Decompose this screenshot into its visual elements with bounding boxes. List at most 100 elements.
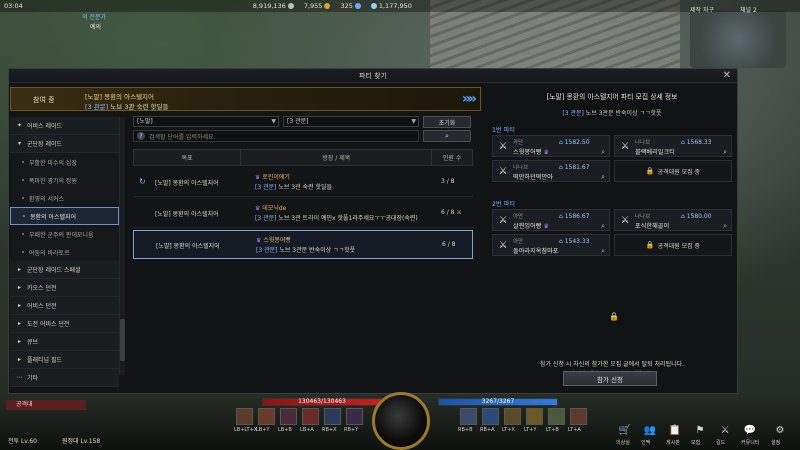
sidebar-category[interactable]: ▸ 플래티넘 필드 bbox=[10, 351, 119, 369]
row-title: [3 관문] 노브 3관 숙련 핫딜들 bbox=[255, 184, 333, 191]
skill-slot[interactable] bbox=[258, 408, 275, 425]
gate-select[interactable]: [3 관문] ▼ bbox=[283, 116, 419, 127]
skill-keybind: LT+X bbox=[502, 427, 515, 433]
row-count: 6 / 8 bbox=[442, 241, 456, 248]
gold-currency: 7,955 bbox=[304, 2, 331, 10]
sidebar-item-selected[interactable]: 몽환의 아스텔지어 bbox=[10, 207, 119, 225]
party-member-slot[interactable]: ⚔ 나나브 블랙베리일크티 ⌂ 1568.33 ⌕ bbox=[614, 135, 732, 157]
party-member-slot[interactable]: ⚔ 나나브 떡만하던떡만아 ⌂ 1581.67 ⌕ bbox=[492, 160, 610, 182]
sidebar-item[interactable]: 어둠의 바라토르 bbox=[10, 243, 119, 261]
sidebar-scroll-thumb[interactable] bbox=[120, 319, 125, 361]
reset-button[interactable]: 초기화 bbox=[423, 116, 471, 128]
inspect-icon[interactable]: ⌕ bbox=[723, 222, 727, 231]
sidebar-item[interactable]: 환영의 서커스 bbox=[10, 189, 119, 207]
sidebar-item[interactable]: 부활한 마수의 심장 bbox=[10, 153, 119, 171]
sidebar-category[interactable]: ▾ 군단장 레이드 bbox=[10, 135, 119, 153]
inspect-icon[interactable]: ⌕ bbox=[601, 247, 605, 256]
skill-slot[interactable] bbox=[302, 408, 319, 425]
pheon-icon bbox=[370, 3, 377, 9]
party-member-slot[interactable]: ⚔ 아만 살찐잉어빵 ♛ ⌂ 1586.67 ⌕ bbox=[492, 209, 610, 231]
sidebar-item-label: 폭마한 광기의 정원 bbox=[29, 177, 77, 185]
party-member-slot[interactable]: ⚔ 카단 스윗봉어빵 ♛ ⌂ 1582.50 ⌕ bbox=[492, 135, 610, 157]
menu-icon[interactable]: 📋 bbox=[668, 424, 682, 438]
row-leader: ♛ 로린이에기 bbox=[255, 174, 290, 181]
party-row[interactable]: [노말] 몽환의 아스텔지어 ♛ 데모닉de [3 관문] 노브 3관 트라이 예민… bbox=[133, 199, 473, 228]
search-input[interactable]: ? 검색할 단어를 입력하세요. bbox=[133, 130, 419, 142]
search-button[interactable]: ⌕ bbox=[423, 130, 471, 142]
lock-icon: 🔒 bbox=[645, 241, 655, 249]
menu-icon[interactable]: 💬 bbox=[743, 424, 757, 438]
party-member-slot[interactable]: ⚔ 아만 돌아라지옥참마포 ⌂ 1543.33 ⌕ bbox=[492, 234, 610, 256]
skill-keybind: RB+A bbox=[480, 427, 495, 433]
joined-party-banner[interactable]: 참여 중 [노말] 몽환의 아스텔지어 [3 관문] 노브 3관 숙련 핫딜들 … bbox=[10, 87, 481, 111]
skill-keybind: RB+Y bbox=[344, 427, 359, 433]
header-count: 인원 수 bbox=[442, 155, 462, 162]
sidebar-category[interactable]: ✦ 어비스 레이드 bbox=[10, 117, 119, 135]
chevron-down-icon: ▼ bbox=[271, 118, 276, 125]
row-target: [노말] 몽환의 아스텔지어 bbox=[155, 211, 219, 218]
mp-value: 3267/3267 bbox=[481, 398, 515, 405]
sidebar-category[interactable]: ▸ 카오스 던전 bbox=[10, 279, 119, 297]
skill-slot[interactable] bbox=[548, 408, 565, 425]
top-status-bar: 03:04 8,919,136 7,955 325 1,177,950 bbox=[0, 0, 800, 12]
inspect-icon[interactable]: ⌕ bbox=[601, 173, 605, 182]
menu-icon[interactable]: ⚙ bbox=[773, 424, 787, 438]
skill-slot[interactable] bbox=[570, 408, 587, 425]
player-subtitle: 예의 bbox=[90, 24, 102, 31]
inspect-icon[interactable]: ⌕ bbox=[723, 148, 727, 157]
go-arrow-icon[interactable]: »» bbox=[462, 91, 477, 107]
detail-title: [노말] 몽환의 아스텔지어 파티 모집 상세 정보 bbox=[546, 93, 678, 101]
sidebar-item[interactable]: 부패한 군주의 판데모니움 bbox=[10, 225, 119, 243]
skill-slot[interactable] bbox=[324, 408, 341, 425]
skill-keybind: LB+B bbox=[278, 427, 292, 433]
skill-slot[interactable] bbox=[460, 408, 477, 425]
sidebar-category[interactable]: ▸ 어비스 던전 bbox=[10, 297, 119, 315]
refresh-icon: ↻ bbox=[139, 177, 146, 186]
raid-tag[interactable]: 공격대 bbox=[6, 400, 86, 410]
skill-keybind: RB+B bbox=[458, 427, 473, 433]
class-icon: ⚔ bbox=[498, 215, 508, 226]
skill-keybind: RB+X bbox=[322, 427, 337, 433]
minimap[interactable] bbox=[690, 10, 786, 68]
joined-raid-name: [노말] 몽환의 아스텔지어 bbox=[85, 93, 155, 101]
apply-button[interactable]: 참가 신청 bbox=[563, 371, 657, 386]
sidebar-item-label: 군단장 레이드 bbox=[27, 141, 63, 148]
skill-slot[interactable] bbox=[346, 408, 363, 425]
sidebar-category[interactable]: ▸ 큐브 bbox=[10, 333, 119, 351]
close-icon[interactable]: ✕ bbox=[723, 70, 731, 81]
skill-keybind: LT+B bbox=[546, 427, 559, 433]
skill-slot[interactable] bbox=[280, 408, 297, 425]
party-row[interactable]: [노말] 몽환의 아스텔지어 ♛ 스윗봉어빵 [3 관문] 노브 3관문 반숙이상 … bbox=[133, 230, 473, 259]
menu-icon[interactable]: ⚔ bbox=[718, 424, 732, 438]
bullet-icon bbox=[23, 215, 25, 217]
menu-icon[interactable]: 🛒 bbox=[618, 424, 632, 438]
category-icon: ▸ bbox=[17, 302, 21, 309]
item-level: ⌂ 1543.33 bbox=[559, 238, 590, 245]
sidebar-item[interactable]: 폭마한 광기의 정원 bbox=[10, 171, 119, 189]
party-row[interactable]: ↻ [노말] 몽환의 아스텔지어 ♛ 로린이에기 [3 관문] 노브 3관 숙련 핫딜… bbox=[133, 168, 473, 197]
menu-icon[interactable]: ⚑ bbox=[693, 424, 707, 438]
party-member-slot[interactable]: ⚔ 나나브 포식한해골이 ⌂ 1580.00 ⌕ bbox=[614, 209, 732, 231]
skill-keybind: LB+Y bbox=[256, 427, 270, 433]
sidebar-category[interactable]: ▸ 군단장 레이드 스페셜 bbox=[10, 261, 119, 279]
member-class: 아만 bbox=[513, 239, 524, 245]
skill-slot[interactable] bbox=[504, 408, 521, 425]
skill-slot[interactable] bbox=[526, 408, 543, 425]
sidebar-category[interactable]: ⋯ 기타 bbox=[10, 369, 119, 387]
crystal-icon bbox=[354, 3, 361, 9]
difficulty-select[interactable]: [노말] ▼ bbox=[133, 116, 279, 127]
category-icon: ▸ bbox=[17, 284, 21, 291]
sidebar-item-label: 부활한 마수의 심장 bbox=[29, 159, 77, 167]
menu-label: 인맥 bbox=[641, 440, 651, 446]
channel-label[interactable]: 채널 2 bbox=[740, 5, 757, 14]
help-icon[interactable]: ? bbox=[137, 132, 145, 140]
skill-slot[interactable] bbox=[482, 408, 499, 425]
inspect-icon[interactable]: ⌕ bbox=[601, 148, 605, 157]
apply-notice: 참가 신청 시 자신의 참가한 모집 글에서 탈퇴 처리됩니다. bbox=[539, 361, 685, 368]
menu-icon[interactable]: 👥 bbox=[643, 424, 657, 438]
inspect-icon[interactable]: ⌕ bbox=[601, 222, 605, 231]
joined-description: [3 관문] 노브 3관 숙련 핫딜들 bbox=[85, 103, 169, 111]
skill-slot[interactable] bbox=[236, 408, 253, 425]
sidebar-category[interactable]: ▸ 도전 어비스 던전 bbox=[10, 315, 119, 333]
sidebar-item-label: 플래티넘 필드 bbox=[27, 357, 63, 364]
